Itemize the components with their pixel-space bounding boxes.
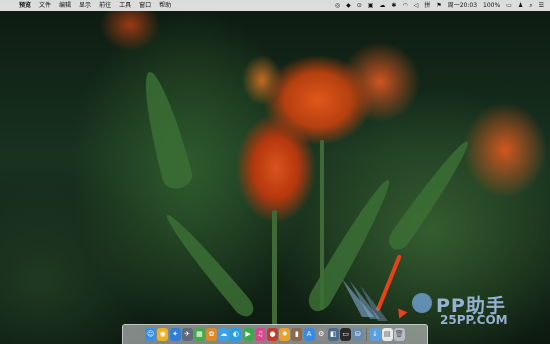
games-icon[interactable]: ▦	[193, 328, 205, 341]
volume-icon[interactable]: ◁	[414, 0, 419, 11]
status-app-icon[interactable]: ◆	[346, 0, 351, 11]
downloads-folder-icon[interactable]: ↓	[369, 328, 381, 341]
menu-items: 预览 文件 编辑 显示 前往 工具 窗口 帮助	[19, 0, 179, 11]
wing-logo-icon	[342, 279, 388, 321]
safari-icon[interactable]: ✦	[169, 328, 181, 341]
bluetooth-icon[interactable]: ✱	[391, 0, 396, 11]
user-icon[interactable]: ♟	[518, 0, 523, 11]
butterfly-app-icon[interactable]: ✿	[206, 328, 218, 341]
dock: ☺ ◉ ✦ ✈ ▦ ✿ ☁ ◐ ▶ ♫ ● ✸ ▮ A ⚙ ◧ ▭ ⛁ ↓ ▤ 🗑	[122, 324, 428, 344]
menu-item-help[interactable]: 帮助	[159, 0, 171, 11]
wifi-icon[interactable]: ◠	[402, 0, 407, 11]
flag-icon[interactable]: ⚑	[436, 0, 441, 11]
preview-icon[interactable]: ◧	[327, 328, 339, 341]
status-app-icon[interactable]: ◎	[335, 0, 340, 11]
trash-icon[interactable]: 🗑	[393, 328, 405, 341]
dock-separator	[365, 328, 367, 341]
launchpad-icon[interactable]: ✈	[181, 328, 193, 341]
watermark-logo-icon	[412, 293, 432, 313]
clock[interactable]: 周一20:03	[448, 0, 477, 11]
menu-item-file[interactable]: 文件	[39, 0, 51, 11]
menu-bar: 预览 文件 编辑 显示 前往 工具 窗口 帮助 ◎ ◆ ⊙ ▣ ☁ ✱ ◠ ◁ …	[0, 0, 550, 11]
app-store-icon[interactable]: A	[303, 328, 315, 341]
battery-icon[interactable]: ▭	[506, 0, 512, 11]
menu-item-view[interactable]: 显示	[79, 0, 91, 11]
status-app-icon[interactable]: ▣	[368, 0, 374, 11]
qq-icon[interactable]: ◐	[230, 328, 242, 341]
photos-icon[interactable]: ✸	[279, 328, 291, 341]
messages-icon[interactable]: ☁	[218, 328, 230, 341]
spotlight-search-icon[interactable]: ⌕	[529, 0, 532, 11]
battery-percent[interactable]: 100%	[483, 0, 500, 11]
itunes-icon[interactable]: ♫	[254, 328, 266, 341]
storage-icon[interactable]: ⛁	[352, 328, 364, 341]
menu-item-tools[interactable]: 工具	[119, 0, 131, 11]
document-icon[interactable]: ▤	[381, 328, 393, 341]
watermark-domain: 25PP.COM	[440, 313, 508, 327]
finder-icon[interactable]: ☺	[145, 328, 157, 341]
tulip-stem	[272, 210, 277, 325]
tulip-leaf	[134, 68, 196, 192]
photo-booth-icon[interactable]: ●	[267, 328, 278, 341]
tulip-leaf	[160, 209, 258, 321]
contacts-icon[interactable]: ▮	[291, 328, 303, 341]
notification-center-icon[interactable]: ☰	[539, 0, 544, 11]
facetime-icon[interactable]: ▶	[242, 328, 254, 341]
status-area: ◎ ◆ ⊙ ▣ ☁ ✱ ◠ ◁ 拼 ⚑ 周一20:03 100% ▭ ♟ ⌕ ☰	[329, 0, 544, 11]
status-app-icon[interactable]: ☁	[379, 0, 385, 11]
menu-item-window[interactable]: 窗口	[139, 0, 151, 11]
status-app-icon[interactable]: ⊙	[357, 0, 362, 11]
system-preferences-icon[interactable]: ⚙	[315, 328, 327, 341]
menu-item-edit[interactable]: 编辑	[59, 0, 71, 11]
terminal-icon[interactable]: ▭	[340, 328, 352, 341]
menu-item-go[interactable]: 前往	[99, 0, 111, 11]
menu-item-app[interactable]: 预览	[19, 0, 31, 11]
input-method-icon[interactable]: 拼	[424, 0, 430, 11]
tulip-leaf	[384, 136, 476, 254]
chrome-icon[interactable]: ◉	[157, 328, 169, 341]
